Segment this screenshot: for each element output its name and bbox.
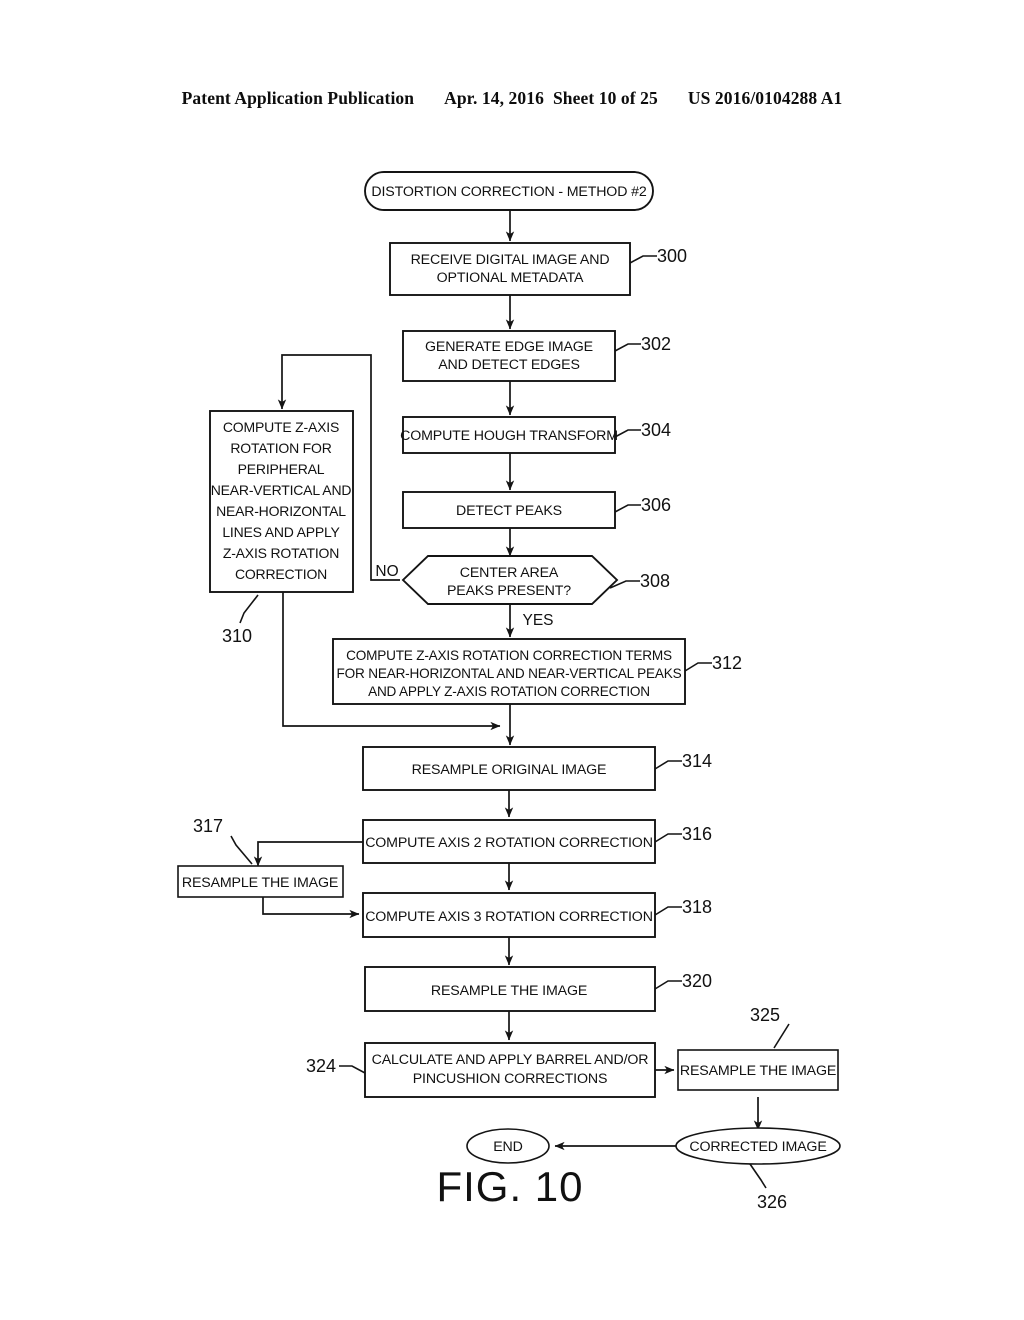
node-302-label-line1: GENERATE EDGE IMAGE	[425, 339, 593, 355]
node-302[interactable]: GENERATE EDGE IMAGE AND DETECT EDGES 302	[402, 330, 671, 382]
node-312-label-line3: AND APPLY Z-AXIS ROTATION CORRECTION	[368, 684, 650, 699]
ref-324: 324	[306, 1056, 336, 1076]
node-325-label-line1: RESAMPLE THE IMAGE	[680, 1063, 836, 1079]
node-316-label-line1: COMPUTE AXIS 2 ROTATION CORRECTION	[365, 835, 653, 851]
node-312-label-line2: FOR NEAR-HORIZONTAL AND NEAR-VERTICAL PE…	[337, 666, 682, 681]
node-310-label-line6: LINES AND APPLY	[222, 524, 340, 540]
branch-label-no: NO	[375, 563, 398, 580]
ref-304: 304	[641, 420, 671, 440]
node-310-label-line7: Z-AXIS ROTATION	[223, 545, 339, 561]
node-317-label-line1: RESAMPLE THE IMAGE	[182, 875, 338, 891]
node-308-label-line2: PEAKS PRESENT?	[447, 583, 571, 599]
connector-317-to-318	[262, 897, 360, 919]
node-302-label-line2: AND DETECT EDGES	[438, 357, 580, 373]
node-306-label-line1: DETECT PEAKS	[456, 503, 562, 519]
ref-308: 308	[640, 571, 670, 591]
node-310-label-line2: ROTATION FOR	[230, 440, 331, 456]
node-end[interactable]: END	[466, 1128, 550, 1164]
node-326[interactable]: CORRECTED IMAGE 326	[675, 1127, 841, 1212]
ref-310: 310	[222, 626, 252, 646]
ref-318: 318	[682, 897, 712, 917]
ref-312: 312	[712, 653, 742, 673]
node-314-label-line1: RESAMPLE ORIGINAL IMAGE	[412, 762, 607, 778]
ref-306: 306	[641, 495, 671, 515]
node-314[interactable]: RESAMPLE ORIGINAL IMAGE 314	[362, 746, 712, 791]
node-312-label-line1: COMPUTE Z-AXIS ROTATION CORRECTION TERMS	[346, 648, 672, 663]
ref-316: 316	[682, 824, 712, 844]
node-300-label-line2: OPTIONAL METADATA	[437, 270, 584, 286]
ref-300: 300	[657, 246, 687, 266]
node-304[interactable]: COMPUTE HOUGH TRANSFORM 304	[400, 416, 671, 454]
flowchart-diagram: DISTORTION CORRECTION - METHOD #2 RECEIV…	[177, 171, 841, 1212]
node-306[interactable]: DETECT PEAKS 306	[402, 491, 671, 529]
ref-326: 326	[757, 1192, 787, 1212]
ref-314: 314	[682, 751, 712, 771]
node-308-label-line1: CENTER AREA	[460, 565, 559, 581]
node-300[interactable]: RECEIVE DIGITAL IMAGE AND OPTIONAL METAD…	[389, 242, 687, 296]
node-end-label: END	[493, 1139, 523, 1155]
node-324-label-line1: CALCULATE AND APPLY BARREL AND/OR	[372, 1052, 649, 1068]
node-310[interactable]: COMPUTE Z-AXIS ROTATION FOR PERIPHERAL N…	[209, 410, 354, 646]
node-310-label-line3: PERIPHERAL	[238, 461, 325, 477]
ref-320: 320	[682, 971, 712, 991]
node-310-label-line1: COMPUTE Z-AXIS	[223, 419, 339, 435]
node-312[interactable]: COMPUTE Z-AXIS ROTATION CORRECTION TERMS…	[332, 638, 742, 705]
ref-325: 325	[750, 1005, 780, 1025]
node-325[interactable]: RESAMPLE THE IMAGE 325	[677, 1005, 839, 1091]
node-320-label-line1: RESAMPLE THE IMAGE	[431, 983, 587, 999]
node-start[interactable]: DISTORTION CORRECTION - METHOD #2	[364, 171, 654, 211]
node-320[interactable]: RESAMPLE THE IMAGE 320	[364, 966, 712, 1012]
node-324[interactable]: CALCULATE AND APPLY BARREL AND/OR PINCUS…	[306, 1042, 656, 1098]
node-318[interactable]: COMPUTE AXIS 3 ROTATION CORRECTION 318	[362, 892, 712, 938]
node-316[interactable]: COMPUTE AXIS 2 ROTATION CORRECTION 316	[362, 819, 712, 864]
node-324-label-line2: PINCUSHION CORRECTIONS	[413, 1071, 608, 1087]
figure-caption: FIG. 10	[436, 1163, 583, 1210]
ref-302: 302	[641, 334, 671, 354]
connector-316-to-317	[253, 841, 363, 867]
ref-317: 317	[193, 816, 223, 836]
branch-label-yes: YES	[522, 612, 553, 629]
node-310-label-line5: NEAR-HORIZONTAL	[216, 503, 346, 519]
patent-page: Patent Application Publication Apr. 14, 2…	[0, 0, 1024, 1320]
node-308[interactable]: CENTER AREA PEAKS PRESENT? 308 NO YES	[375, 555, 670, 629]
node-304-label-line1: COMPUTE HOUGH TRANSFORM	[400, 428, 618, 444]
node-310-label-line8: CORRECTION	[235, 566, 327, 582]
node-300-label-line1: RECEIVE DIGITAL IMAGE AND	[411, 252, 610, 268]
node-318-label-line1: COMPUTE AXIS 3 ROTATION CORRECTION	[365, 909, 653, 925]
node-317[interactable]: RESAMPLE THE IMAGE 317	[177, 816, 344, 898]
node-326-label-line1: CORRECTED IMAGE	[689, 1139, 826, 1155]
node-310-label-line4: NEAR-VERTICAL AND	[211, 482, 352, 498]
node-start-label: DISTORTION CORRECTION - METHOD #2	[371, 184, 646, 200]
